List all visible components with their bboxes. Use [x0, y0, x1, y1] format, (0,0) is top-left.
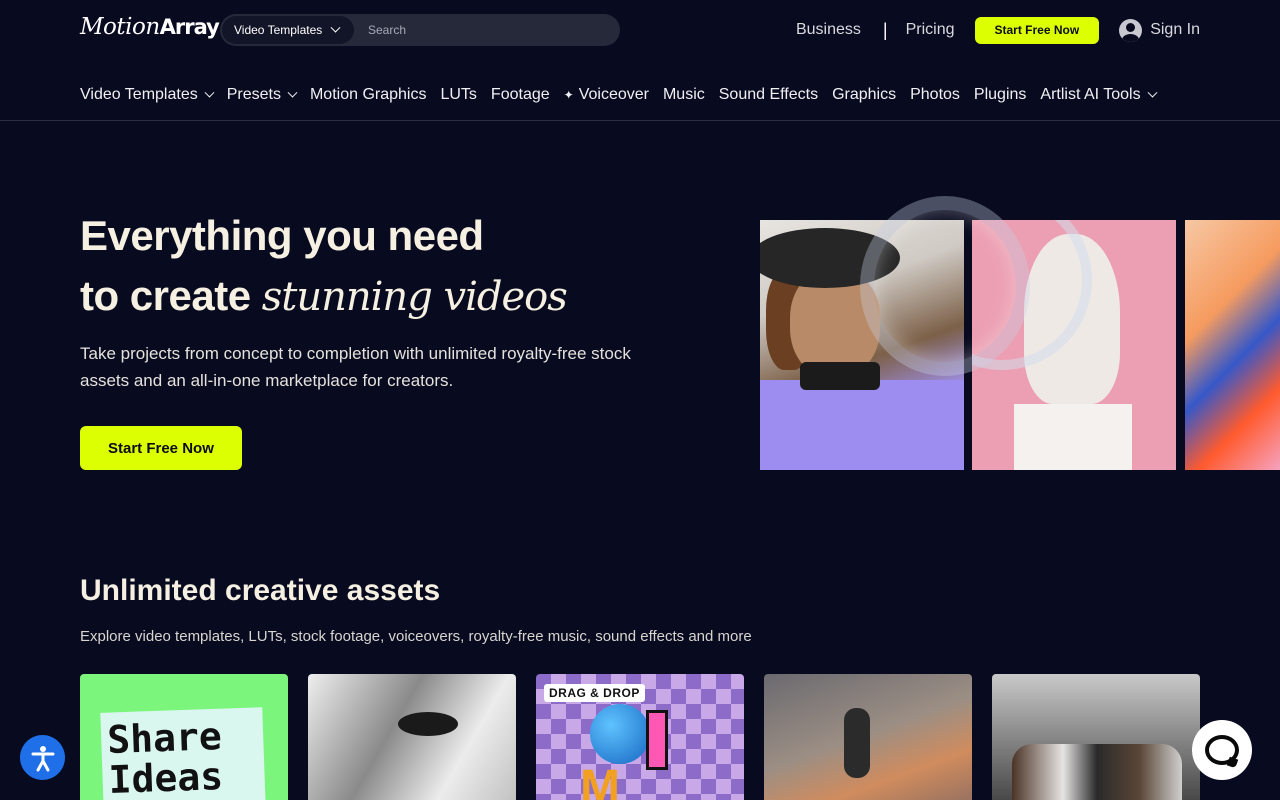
accessibility-button[interactable] — [20, 735, 65, 780]
assets-title: Unlimited creative assets — [80, 574, 441, 607]
hero-title-emphasis: stunning videos — [261, 274, 568, 320]
nav-item-graphics[interactable]: Graphics — [832, 86, 896, 104]
link-separator: | — [882, 19, 888, 40]
nav-item-presets[interactable]: Presets — [226, 86, 298, 104]
nav-label: Sound Effects — [718, 86, 819, 103]
asset-card-share-ideas[interactable]: Share Ideas — [80, 674, 288, 800]
sign-in-label: Sign In — [1150, 21, 1200, 38]
card-letter: M — [580, 761, 620, 800]
chevron-down-icon — [204, 87, 215, 98]
nav-item-footage[interactable]: Footage — [491, 86, 550, 104]
hero-image-abstract — [1185, 220, 1280, 470]
chat-button[interactable] — [1192, 720, 1252, 780]
pricing-link[interactable]: Pricing — [906, 21, 955, 39]
asset-card-skater[interactable] — [764, 674, 972, 800]
nav-label: LUTs — [440, 86, 477, 103]
nav-label: Footage — [490, 86, 550, 103]
nav-item-plugins[interactable]: Plugins — [974, 86, 1026, 104]
chat-icon — [1205, 735, 1239, 765]
card-text: Share Ideas — [106, 714, 224, 800]
glass-ring-graphic — [860, 196, 1030, 376]
asset-card-group[interactable] — [992, 674, 1200, 800]
nav-item-artlist-ai-tools[interactable]: Artlist AI Tools — [1040, 86, 1158, 104]
search-category-select[interactable]: Video Templates — [222, 16, 354, 44]
start-free-button[interactable]: Start Free Now — [974, 16, 1100, 44]
nav-label: Presets — [226, 86, 281, 103]
assets-subtitle: Explore video templates, LUTs, stock foo… — [80, 628, 752, 645]
hero-start-free-button[interactable]: Start Free Now — [80, 426, 242, 470]
logo-text-main: Motion — [80, 14, 160, 40]
chevron-down-icon — [287, 87, 298, 98]
hero-image-collage — [760, 196, 1280, 470]
hero-title: Everything you need to create stunning v… — [80, 206, 568, 327]
category-nav: Video Templates Presets Motion Graphics … — [80, 84, 1158, 106]
asset-card-portrait[interactable] — [308, 674, 516, 800]
asset-card-drag-drop[interactable]: M DRAG & DROP — [536, 674, 744, 800]
hero-title-line2: to create — [80, 272, 262, 319]
nav-item-video-templates[interactable]: Video Templates — [80, 86, 215, 104]
nav-label: Photos — [910, 86, 960, 103]
logo-text-bold: Array — [159, 15, 220, 39]
chevron-down-icon — [330, 22, 341, 33]
nav-item-photos[interactable]: Photos — [910, 86, 960, 104]
nav-label: Motion Graphics — [309, 86, 427, 103]
top-links: Business | Pricing Start Free Now Sign I… — [796, 16, 1200, 44]
nav-item-voiceover[interactable]: ✦ Voiceover — [564, 86, 649, 104]
search-bar: Video Templates — [220, 14, 620, 46]
nav-label: Voiceover — [578, 86, 649, 103]
globe-icon — [590, 704, 650, 764]
search-category-label: Video Templates — [234, 23, 323, 37]
top-header: MotionArray Video Templates Business | P… — [0, 0, 1280, 60]
user-icon — [1119, 18, 1143, 42]
sign-in-link[interactable]: Sign In — [1119, 18, 1200, 42]
nav-label: Graphics — [832, 86, 897, 103]
sparkle-icon: ✦ — [563, 88, 574, 102]
nav-item-sound-effects[interactable]: Sound Effects — [719, 86, 818, 104]
hero-title-line1: Everything you need — [80, 212, 484, 259]
search-input[interactable] — [368, 14, 608, 46]
nav-label: Music — [662, 86, 705, 103]
nav-item-luts[interactable]: LUTs — [440, 86, 476, 104]
drag-drop-badge: DRAG & DROP — [544, 684, 645, 702]
chevron-down-icon — [1147, 87, 1158, 98]
nav-label: Plugins — [973, 86, 1027, 103]
nav-label: Artlist AI Tools — [1040, 86, 1141, 103]
nav-divider — [0, 120, 1280, 121]
hero-subtitle: Take projects from concept to completion… — [80, 344, 631, 390]
nav-label: Video Templates — [80, 86, 198, 103]
business-link[interactable]: Business — [796, 21, 861, 39]
asset-cards: Share Ideas M DRAG & DROP — [80, 674, 1200, 800]
nav-item-music[interactable]: Music — [663, 86, 705, 104]
accessibility-icon — [31, 745, 54, 771]
nav-item-motion-graphics[interactable]: Motion Graphics — [310, 86, 427, 104]
logo[interactable]: MotionArray — [80, 14, 220, 40]
